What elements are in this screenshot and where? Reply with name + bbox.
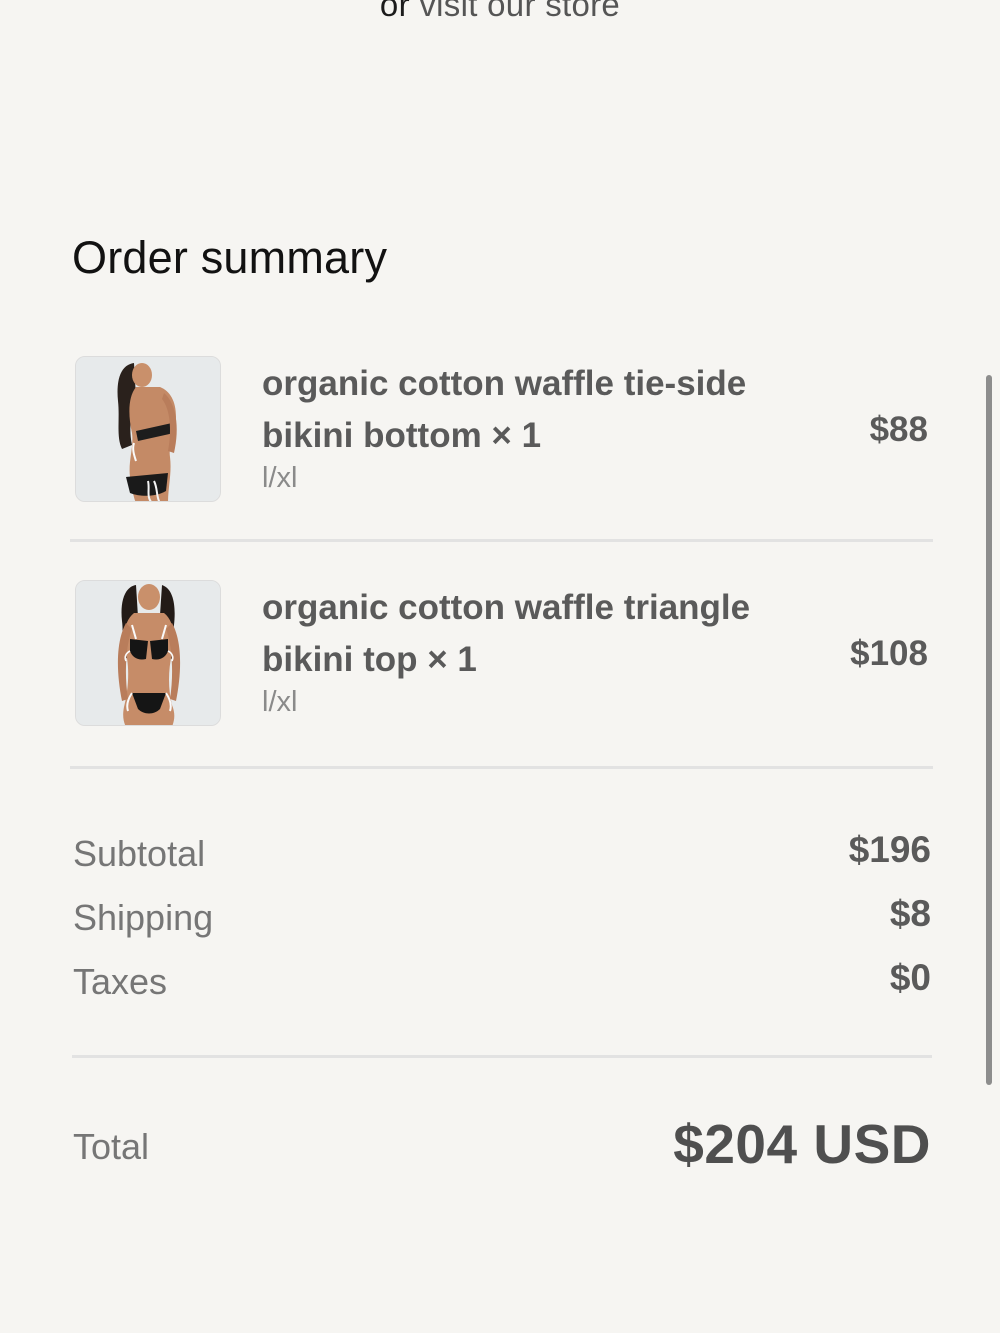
subtotal-row: Subtotal $196 (73, 829, 931, 883)
line-item: organic cotton waffle triangle bikini to… (72, 580, 932, 740)
total-label: Total (73, 1126, 150, 1167)
taxes-row: Taxes $0 (73, 957, 931, 1011)
taxes-value: $0 (889, 957, 931, 998)
store-link-line: or visit our store (0, 0, 1000, 24)
line-item: organic cotton waffle tie-side bikini bo… (72, 356, 932, 516)
scrollbar[interactable] (986, 375, 992, 1085)
item-name: organic cotton waffle tie-side bikini bo… (262, 364, 747, 455)
subtotal-value: $196 (848, 829, 931, 870)
total-value: $204 USD (673, 1113, 931, 1175)
shipping-value: $8 (889, 893, 931, 934)
product-photo-bikini-top-icon (75, 580, 221, 726)
order-summary-title: Order summary (72, 232, 388, 283)
subtotal-label: Subtotal (73, 833, 206, 874)
product-photo-bikini-bottom-icon (75, 356, 221, 502)
store-link-prefix: or (379, 0, 410, 23)
item-variant: l/xl (262, 462, 298, 494)
shipping-row: Shipping $8 (73, 893, 931, 947)
item-variant: l/xl (262, 686, 298, 718)
taxes-label: Taxes (73, 961, 168, 1002)
item-price: $108 (850, 634, 928, 673)
divider (72, 1055, 932, 1058)
divider (70, 539, 933, 542)
item-name: organic cotton waffle triangle bikini to… (262, 588, 751, 679)
visit-store-link[interactable]: visit our store (419, 0, 620, 23)
divider (70, 766, 933, 769)
item-price: $88 (869, 410, 928, 449)
shipping-label: Shipping (73, 897, 214, 938)
